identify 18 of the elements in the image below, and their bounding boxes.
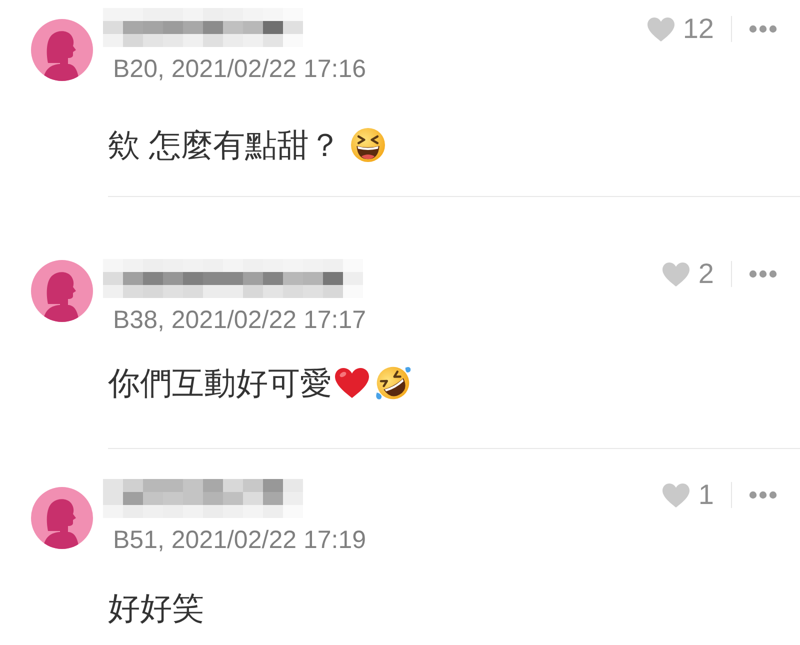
- comment-meta: B51, 2021/02/22 17:19: [113, 526, 366, 554]
- more-icon[interactable]: [749, 491, 777, 499]
- laughing-face-icon: [350, 128, 385, 162]
- like-button[interactable]: 12: [646, 14, 714, 44]
- avatar-icon: [31, 260, 93, 322]
- more-icon[interactable]: [749, 270, 777, 278]
- like-button[interactable]: 2: [662, 259, 714, 289]
- comment-meta: B20, 2021/02/22 17:16: [113, 55, 366, 83]
- like-button[interactable]: 1: [662, 480, 714, 510]
- comment-meta: B38, 2021/02/22 17:17: [113, 306, 366, 334]
- heart-icon: [334, 367, 370, 399]
- comment-text: 欸 怎麼有點甜？: [108, 126, 341, 165]
- more-icon[interactable]: [749, 25, 777, 33]
- comment-text: 好好笑: [108, 589, 204, 628]
- avatar-icon: [31, 19, 93, 81]
- comment-text: 你們互動好可愛: [108, 364, 332, 403]
- rolling-laughing-face-icon: [374, 364, 412, 402]
- avatar-icon: [31, 487, 93, 549]
